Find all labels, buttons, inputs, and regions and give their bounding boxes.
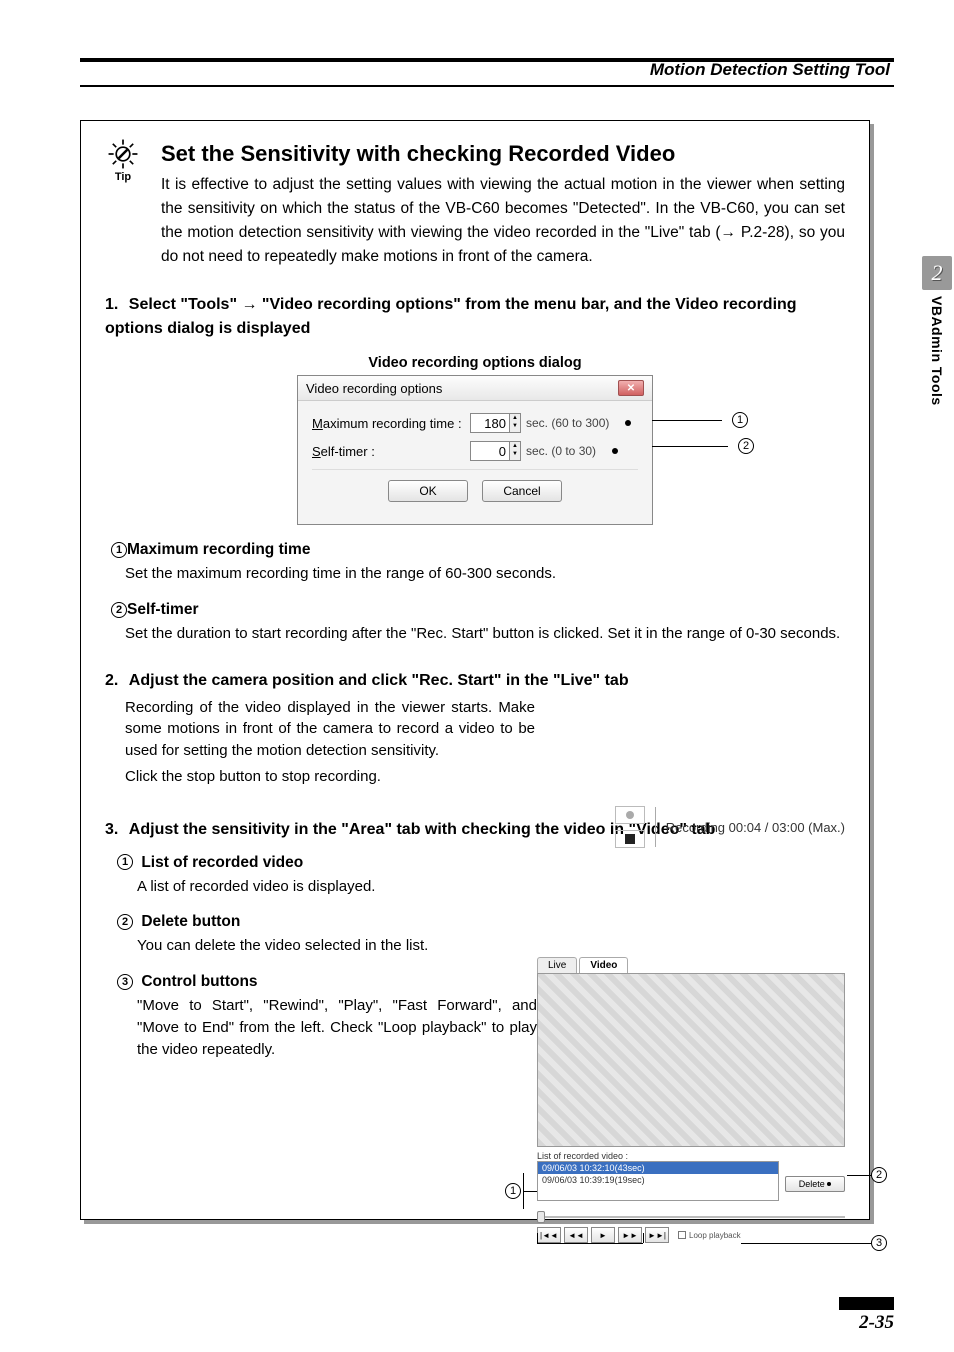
checkbox-icon[interactable] (678, 1231, 686, 1239)
max-recording-time-input[interactable]: 180▲▼ (470, 413, 510, 433)
step1-text: Select "Tools" → "Video recording option… (105, 296, 797, 337)
dialog-wrap: Video recording options ✕ MMaximum recor… (105, 375, 845, 525)
recorded-video-list-label: List of recorded video : (537, 1151, 845, 1161)
tip-icon: Tip (103, 137, 143, 187)
record-button[interactable] (615, 806, 645, 824)
step3-item1-body: A list of recorded video is displayed. (137, 876, 517, 898)
step1-prefix: 1. (105, 296, 118, 313)
play-button[interactable]: ► (591, 1227, 615, 1243)
tab-live[interactable]: Live (537, 957, 577, 973)
rewind-button[interactable]: ◄◄ (564, 1227, 588, 1243)
callout-brace (537, 1243, 643, 1244)
self-timer-input[interactable]: 0▲▼ (470, 441, 510, 461)
tip-intro: It is effective to adjust the setting va… (161, 173, 845, 269)
circled-2-icon: 2 (111, 602, 127, 618)
stop-icon (625, 834, 635, 844)
tab-video[interactable]: Video (579, 957, 628, 973)
callout-brace (523, 1173, 524, 1209)
fast-forward-button[interactable]: ►► (618, 1227, 642, 1243)
step3-item3-body: "Move to Start", "Rewind", "Play", "Fast… (137, 995, 537, 1060)
loop-playback-checkbox[interactable]: Loop playback (678, 1231, 741, 1240)
move-to-start-button[interactable]: |◄◄ (537, 1227, 561, 1243)
leader-dot (625, 420, 631, 426)
callout-line-1 (652, 420, 722, 421)
recording-status-panel: Recording 00:04 / 03:00 (Max.) (615, 806, 845, 848)
step2-body-1: Recording of the video displayed in the … (125, 697, 535, 762)
callout-line (741, 1243, 871, 1244)
list-item[interactable]: 09/06/03 10:39:19(19sec) (538, 1174, 778, 1186)
record-icon (626, 811, 634, 819)
step2-text: Adjust the camera position and click "Re… (129, 672, 629, 689)
delete-button[interactable]: Delete (785, 1176, 845, 1192)
dialog-row-max-time: MMaximum recording time :aximum recordin… (312, 413, 638, 433)
control-buttons-row: |◄◄ ◄◄ ► ►► ►►| Loop playback (537, 1227, 845, 1243)
callout-1-icon: 1 (732, 412, 748, 428)
step3-item2-body: You can delete the video selected in the… (137, 935, 517, 957)
recorded-video-list[interactable]: 09/06/03 10:32:10(43sec) 09/06/03 10:39:… (537, 1161, 779, 1201)
header-rule-thin (80, 85, 894, 87)
callout-brace (643, 1233, 644, 1243)
dialog-caption: Video recording options dialog (105, 355, 845, 371)
figure-callout-2: 2 (871, 1167, 887, 1183)
self-timer-range: sec. (0 to 30) (526, 444, 596, 458)
circled-1-icon: 1 (111, 542, 127, 558)
cancel-button[interactable]: Cancel (482, 480, 562, 502)
dialog-body: MMaximum recording time :aximum recordin… (298, 401, 652, 524)
header-rule-thick (80, 58, 894, 62)
leader-dot (827, 1182, 831, 1186)
self-timer-label: SSelf-timer :elf-timer : (312, 444, 462, 459)
max-recording-time-label: MMaximum recording time :aximum recordin… (312, 416, 462, 431)
leader-dot (612, 448, 618, 454)
step1-item1-heading: 1Maximum recording time (111, 541, 845, 559)
callout-line (523, 1191, 537, 1192)
step3-item2-heading: 2 Delete button (117, 913, 845, 931)
playback-slider[interactable] (537, 1211, 845, 1223)
dialog-titlebar: Video recording options ✕ (298, 376, 652, 401)
content-frame: Tip Set the Sensitivity with checking Re… (80, 120, 870, 1220)
callout-brace (537, 1233, 538, 1243)
recording-status-text: Recording 00:04 / 03:00 (Max.) (666, 820, 845, 835)
step2-prefix: 2. (105, 672, 118, 689)
figure-callout-3: 3 (871, 1235, 887, 1251)
list-item[interactable]: 09/06/03 10:32:10(43sec) (538, 1162, 778, 1174)
divider (655, 807, 656, 847)
page-number-bar (839, 1297, 894, 1310)
side-tab: 2 VBAdmin Tools (920, 256, 954, 468)
loop-playback-label: Loop playback (689, 1231, 741, 1240)
video-tab-figure: Live Video List of recorded video : 09/0… (537, 957, 845, 1243)
stop-button[interactable] (615, 830, 645, 848)
close-icon[interactable]: ✕ (618, 380, 644, 396)
circled-2-icon: 2 (117, 914, 133, 930)
step3-item1-heading: 1 List of recorded video (117, 854, 845, 872)
dialog-row-self-timer: SSelf-timer :elf-timer : 0▲▼ sec. (0 to … (312, 441, 638, 461)
move-to-end-button[interactable]: ►►| (645, 1227, 669, 1243)
step1-item2-body: Set the duration to start recording afte… (125, 623, 845, 645)
max-recording-time-range: sec. (60 to 300) (526, 416, 609, 430)
chapter-number: 2 (922, 256, 952, 290)
callout-line-2 (652, 446, 728, 447)
section-title: Motion Detection Setting Tool (650, 60, 890, 80)
dialog-title-text: Video recording options (306, 381, 442, 396)
step3-prefix: 3. (105, 821, 118, 838)
circled-3-icon: 3 (117, 974, 133, 990)
side-tab-label: VBAdmin Tools (929, 296, 945, 406)
page-number: 2-35 (859, 1312, 894, 1334)
circled-1-icon: 1 (117, 854, 133, 870)
step1-item2-heading: 2Self-timer (111, 601, 845, 619)
ok-button[interactable]: OK (388, 480, 468, 502)
tip-label: Tip (115, 171, 131, 183)
step2-body-2: Click the stop button to stop recording. (125, 766, 845, 788)
figure-callout-1: 1 (505, 1183, 521, 1199)
slider-thumb-icon[interactable] (537, 1211, 545, 1223)
step1-heading: 1. Select "Tools" → "Video recording opt… (105, 293, 845, 341)
step2-heading: 2. Adjust the camera position and click … (105, 669, 845, 693)
callout-2-icon: 2 (738, 438, 754, 454)
tip-title: Set the Sensitivity with checking Record… (161, 141, 845, 167)
video-preview (537, 973, 845, 1147)
callout-line (847, 1175, 871, 1176)
step1-item1-body: Set the maximum recording time in the ra… (125, 563, 845, 585)
video-recording-options-dialog: Video recording options ✕ MMaximum recor… (297, 375, 653, 525)
